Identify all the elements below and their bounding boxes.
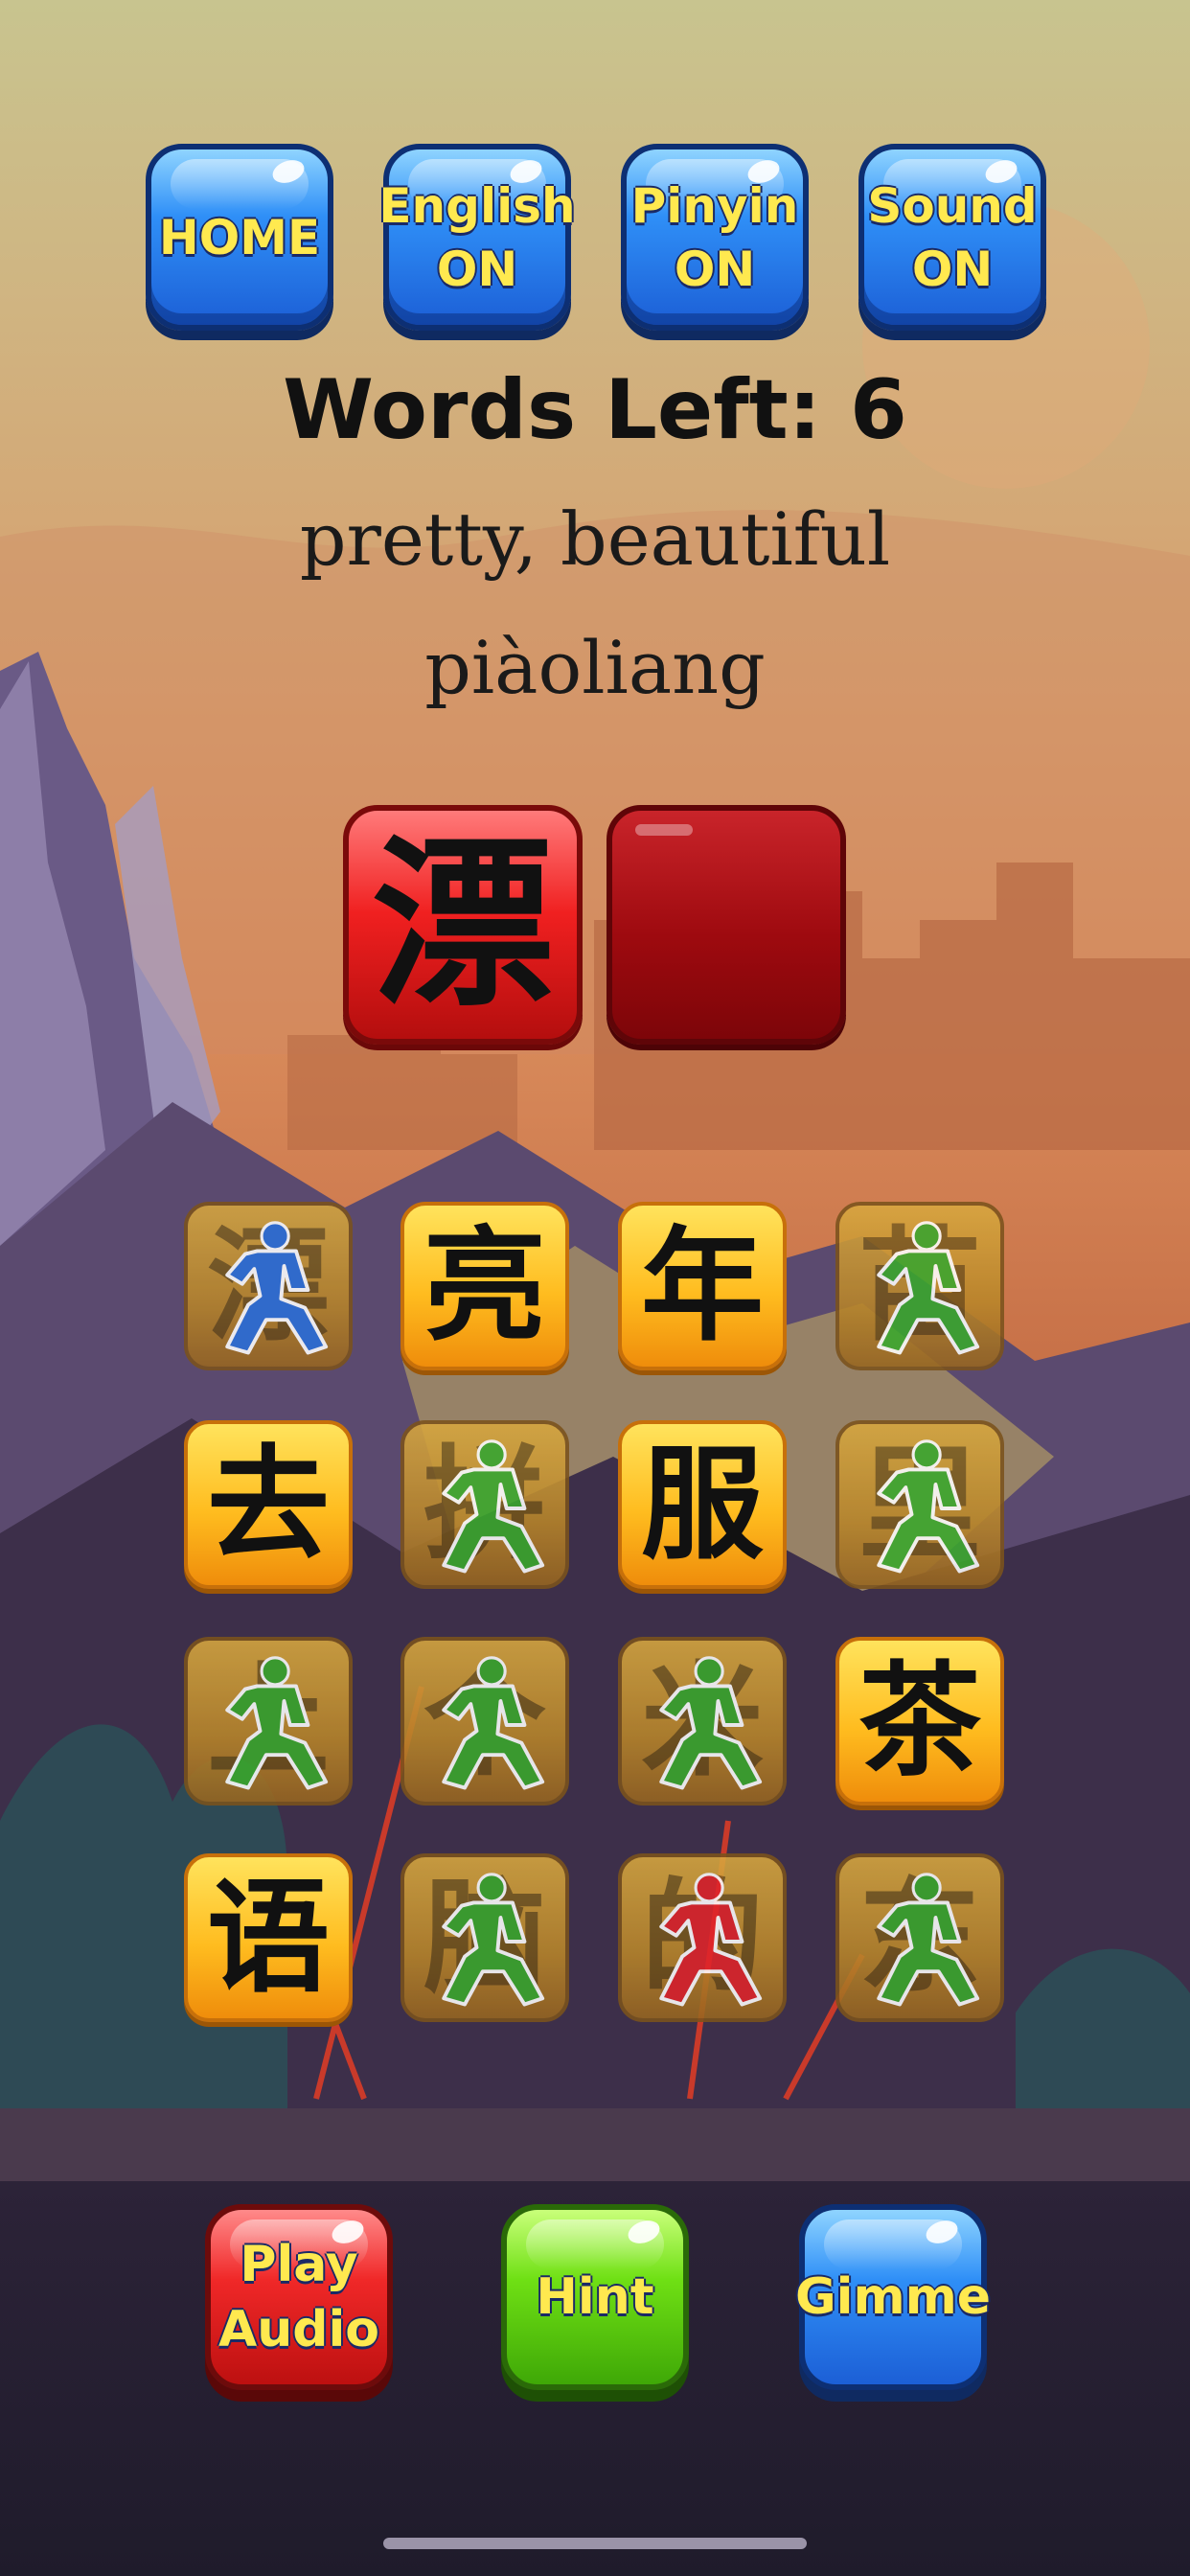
kung-fu-fighter-icon (877, 1873, 980, 2007)
hint-label: Hint (536, 2268, 654, 2326)
character-tile: 个 (400, 1637, 569, 1806)
play-audio-label: Play Audio (217, 2236, 380, 2358)
tile-character: 语 (206, 1866, 330, 2010)
character-tile: 上 (184, 1637, 353, 1806)
sound-toggle-button[interactable]: Sound ON (858, 144, 1046, 331)
ground-strip (0, 2108, 1190, 2181)
hint-button[interactable]: Hint (501, 2204, 689, 2390)
tile-character: 去 (206, 1433, 330, 1576)
answer-slot-2[interactable] (606, 805, 846, 1045)
character-tile: 东 (835, 1853, 1004, 2022)
kung-fu-fighter-icon (659, 1873, 763, 2007)
english-meaning: pretty, beautiful (299, 496, 891, 582)
sound-toggle-label: Sound ON (867, 177, 1038, 297)
english-toggle-button[interactable]: English ON (378, 144, 576, 331)
home-button-label: HOME (158, 209, 321, 265)
home-button[interactable]: HOME (146, 144, 333, 331)
kung-fu-fighter-icon (225, 1656, 329, 1790)
kung-fu-fighter-icon (225, 1221, 329, 1355)
answer-slot-1[interactable]: 漂 (343, 805, 583, 1045)
character-tile: 漂 (184, 1202, 353, 1370)
gimme-label: Gimme (794, 2268, 992, 2326)
gimme-button[interactable]: Gimme (795, 2204, 991, 2390)
kung-fu-fighter-icon (442, 1656, 545, 1790)
character-tile[interactable]: 语 (184, 1853, 353, 2022)
kung-fu-fighter-icon (442, 1873, 545, 2007)
character-tile[interactable]: 亮 (400, 1202, 569, 1370)
tile-character: 服 (640, 1433, 764, 1576)
character-tile: 拼 (400, 1420, 569, 1589)
words-left-counter: Words Left: 6 (283, 362, 907, 458)
character-tile[interactable]: 年 (618, 1202, 787, 1370)
home-indicator[interactable] (383, 2538, 807, 2549)
character-tile: 脑 (400, 1853, 569, 2022)
kung-fu-fighter-icon (442, 1439, 545, 1574)
character-tile: 米 (618, 1637, 787, 1806)
answer-slot-char: 漂 (371, 817, 554, 1031)
character-tile: 的 (618, 1853, 787, 2022)
english-toggle-label: English ON (378, 177, 576, 297)
tile-character: 亮 (423, 1214, 546, 1358)
character-tile[interactable]: 服 (618, 1420, 787, 1589)
pinyin-toggle-label: Pinyin ON (630, 177, 799, 297)
character-tile: 苗 (835, 1202, 1004, 1370)
tile-character: 茶 (858, 1649, 981, 1793)
pinyin-reading: piàoliang (424, 625, 766, 710)
character-tile[interactable]: 茶 (835, 1637, 1004, 1806)
kung-fu-fighter-icon (877, 1439, 980, 1574)
kung-fu-fighter-icon (877, 1221, 980, 1355)
pinyin-toggle-button[interactable]: Pinyin ON (621, 144, 809, 331)
character-tile[interactable]: 去 (184, 1420, 353, 1589)
kung-fu-fighter-icon (659, 1656, 763, 1790)
tile-character: 年 (640, 1214, 764, 1358)
slot-gloss (635, 824, 693, 836)
character-tile: 里 (835, 1420, 1004, 1589)
play-audio-button[interactable]: Play Audio (205, 2204, 393, 2390)
